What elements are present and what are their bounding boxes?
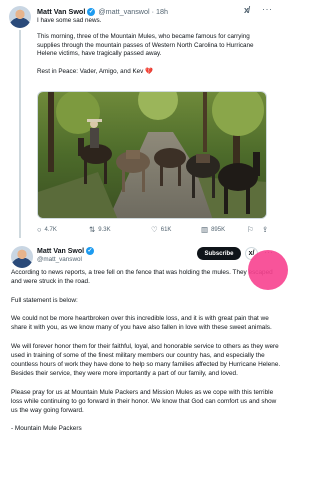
post-quoted[interactable]: Matt Van Swol ✓ @matt_vanswol · 18h x̸ ·…	[0, 0, 294, 238]
avatar[interactable]	[11, 246, 33, 268]
avatar[interactable]	[9, 6, 31, 28]
mules-photo-illustration	[38, 92, 266, 218]
like-button[interactable]: ♡ 61K	[151, 225, 171, 234]
subscribe-button[interactable]: Subscribe	[197, 247, 241, 260]
paragraph: We will forever honor them for their fai…	[11, 342, 281, 378]
author-handle[interactable]: @matt_vanswol	[37, 256, 82, 263]
post-body: According to news reports, a tree fell o…	[11, 268, 283, 443]
paragraph: We could not be more heartbroken over th…	[11, 314, 272, 332]
like-count: 61K	[160, 226, 172, 233]
paragraph: According to news reports, a tree fell o…	[11, 269, 273, 286]
post-body-text: This morning, three of the Mountain Mule…	[37, 33, 254, 58]
grok-icon[interactable]: x̸	[244, 5, 249, 15]
more-icon[interactable]: ···	[262, 4, 273, 14]
repost-count: 9.3K	[98, 226, 111, 233]
verified-badge-icon: ✓	[86, 247, 95, 255]
post-rip-line: Rest in Peace: Vader, Amigo, and Kev 💔	[37, 68, 269, 77]
share-icon: ⇪	[262, 225, 269, 234]
views-icon: ▥	[201, 225, 209, 234]
post-photo[interactable]	[37, 91, 267, 219]
paragraph: Full statement is below:	[11, 296, 78, 304]
share-button[interactable]: ⇪	[262, 225, 271, 234]
repost-button[interactable]: ⇅ 9.3K	[89, 225, 111, 234]
reply-button[interactable]: ○ 4.7K	[37, 225, 57, 234]
paragraph: - Mountain Mule Packers	[11, 425, 82, 433]
floating-action-button[interactable]	[248, 250, 288, 290]
separator-dot: ·	[151, 7, 154, 16]
author-name[interactable]: Matt Van Swol	[37, 7, 85, 16]
reply-count: 4.7K	[44, 226, 57, 233]
thread-line	[19, 30, 21, 238]
post-time[interactable]: 18h	[156, 7, 168, 16]
author-row: Matt Van Swol ✓ @matt_vanswol · 18h	[37, 7, 168, 16]
post-intro-text: I have some sad news.	[37, 17, 102, 24]
post-actions: ○ 4.7K ⇅ 9.3K ♡ 61K ▥ 895K ⚐ ⇪	[37, 225, 269, 235]
reply-icon: ○	[37, 225, 42, 234]
rip-text: Rest in Peace: Vader, Amigo, and Kev	[37, 68, 144, 75]
views-count: 895K	[211, 226, 226, 233]
views-button[interactable]: ▥ 895K	[201, 225, 225, 234]
verified-badge-icon: ✓	[87, 7, 96, 16]
author-row: Matt Van Swol ✓	[37, 247, 97, 255]
author-name[interactable]: Matt Van Swol	[37, 248, 84, 255]
author-handle[interactable]: @matt_vanswol	[98, 7, 149, 16]
paragraph: Please pray for us at Mountain Mule Pack…	[11, 388, 277, 414]
bookmark-icon: ⚐	[247, 225, 254, 234]
heart-icon: ♡	[151, 225, 158, 234]
bookmark-button[interactable]: ⚐	[247, 225, 257, 234]
broken-heart-icon: 💔	[145, 68, 153, 75]
repost-icon: ⇅	[89, 225, 96, 234]
